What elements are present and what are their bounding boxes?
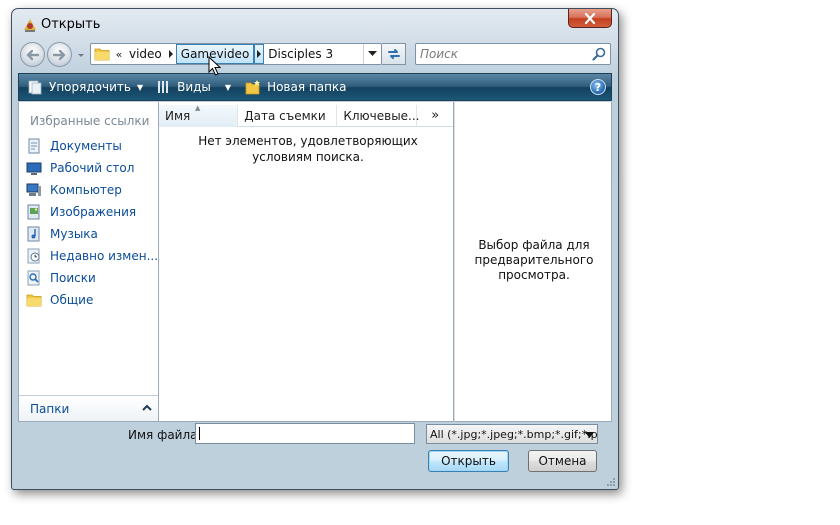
favorite-links-header: Избранные ссылки: [30, 114, 150, 128]
column-header-tags[interactable]: Ключевые...: [337, 105, 420, 127]
empty-list-message: Нет элементов, удовлетворяющих условиям …: [198, 134, 418, 164]
folder-icon: [91, 44, 113, 64]
chevron-up-icon: [142, 404, 152, 411]
computer-icon: [26, 183, 41, 196]
forward-button[interactable]: [47, 42, 72, 67]
sidebar-item-recent[interactable]: Недавно измен...: [24, 245, 158, 267]
public-folder-icon: [26, 294, 42, 307]
new-folder-icon: [245, 79, 261, 94]
sort-ascending-icon: ▲: [195, 104, 201, 112]
help-icon[interactable]: ?: [590, 79, 606, 95]
views-icon: [158, 81, 169, 93]
caret-down-icon: ▼: [136, 82, 144, 92]
more-columns-button[interactable]: »: [417, 105, 453, 126]
sidebar-item-public[interactable]: Общие: [24, 289, 158, 311]
app-icon: [24, 19, 36, 32]
organize-label: Упорядочить: [49, 80, 131, 94]
sidebar-item-searches[interactable]: Поиски: [24, 267, 158, 289]
views-menu[interactable]: Виды ▼: [149, 74, 237, 100]
breadcrumb-separator[interactable]: [166, 44, 176, 64]
close-icon: [584, 12, 596, 24]
cancel-button[interactable]: Отмена: [528, 450, 597, 472]
preview-message: Выбор файла для предварительного просмот…: [474, 238, 594, 282]
filename-label: Имя файла:: [128, 428, 202, 442]
filename-input[interactable]: [195, 423, 415, 444]
navigation-row: « video Gamevideo Disciples 3: [12, 40, 618, 70]
sidebar-item-desktop[interactable]: Рабочий стол: [24, 157, 158, 179]
file-type-filter-value: All (*.jpg;*.jpeg;*.bmp;*.gif;*.png: [430, 427, 598, 441]
sidebar-item-computer[interactable]: Компьютер: [24, 179, 158, 201]
search-icon[interactable]: [592, 47, 606, 61]
chevron-right-icon: [257, 50, 262, 58]
open-button[interactable]: Открыть: [428, 450, 509, 472]
documents-icon: [28, 138, 40, 154]
music-icon: [27, 226, 40, 242]
search-box[interactable]: [415, 43, 611, 65]
views-label: Виды: [177, 80, 211, 94]
refresh-icon: [387, 49, 400, 59]
address-bar[interactable]: « video Gamevideo Disciples 3: [90, 43, 382, 65]
navigation-pane: Избранные ссылки Документы Рабочий стол …: [18, 102, 159, 422]
refresh-button[interactable]: [382, 43, 406, 65]
back-button[interactable]: [20, 42, 45, 67]
new-folder-button[interactable]: Новая папка: [237, 74, 352, 100]
chevron-down-icon: [368, 51, 377, 56]
command-bar: Упорядочить ▼ Виды ▼ Новая папка ?: [18, 73, 612, 101]
breadcrumb-separator[interactable]: [254, 44, 265, 64]
sidebar-item-music[interactable]: Музыка: [24, 223, 158, 245]
folders-label: Папки: [30, 402, 70, 416]
favorite-links-list: Документы Рабочий стол Компьютер Изображ…: [24, 135, 158, 311]
column-header-name[interactable]: ▲ Имя: [159, 104, 239, 127]
open-file-dialog: Открыть « video Gamevideo Disciples 3 По…: [11, 8, 619, 490]
resize-grip-icon[interactable]: [605, 476, 616, 487]
new-folder-label: Новая папка: [267, 80, 347, 94]
close-button[interactable]: [568, 9, 612, 28]
mouse-cursor-icon: [208, 56, 222, 76]
breadcrumb-overflow[interactable]: «: [113, 48, 125, 61]
chevron-right-icon: [169, 50, 174, 58]
caret-down-icon: ▼: [224, 82, 232, 92]
arrow-right-icon: [53, 49, 66, 60]
folders-toggle[interactable]: Папки: [19, 395, 158, 421]
search-input[interactable]: [420, 46, 585, 62]
chevron-down-icon: [585, 432, 594, 438]
organize-menu[interactable]: Упорядочить ▼: [19, 74, 149, 100]
title-bar[interactable]: Открыть: [12, 9, 618, 39]
preview-pane: Выбор файла для предварительного просмот…: [454, 102, 612, 422]
recent-icon: [27, 248, 40, 264]
pictures-icon: [27, 204, 40, 220]
desktop-icon: [26, 162, 42, 175]
column-headers: ▲ Имя Дата съемки Ключевые... »: [159, 104, 453, 127]
address-dropdown-button[interactable]: [363, 44, 381, 64]
breadcrumb-video[interactable]: video: [125, 44, 166, 64]
sidebar-item-documents[interactable]: Документы: [24, 135, 158, 157]
recent-pages-dropdown-icon[interactable]: [76, 50, 86, 60]
window-title: Открыть: [41, 17, 101, 32]
searches-icon: [27, 270, 40, 286]
column-header-date-taken[interactable]: Дата съемки: [238, 105, 338, 127]
arrow-left-icon: [26, 49, 39, 60]
file-list-pane[interactable]: ▲ Имя Дата съемки Ключевые... » Нет элем…: [158, 102, 454, 422]
sidebar-item-pictures[interactable]: Изображения: [24, 201, 158, 223]
text-caret: [199, 427, 200, 440]
organize-icon: [28, 80, 42, 94]
breadcrumb-disciples-3[interactable]: Disciples 3: [264, 44, 337, 64]
file-type-filter[interactable]: All (*.jpg;*.jpeg;*.bmp;*.gif;*.png: [426, 424, 598, 444]
